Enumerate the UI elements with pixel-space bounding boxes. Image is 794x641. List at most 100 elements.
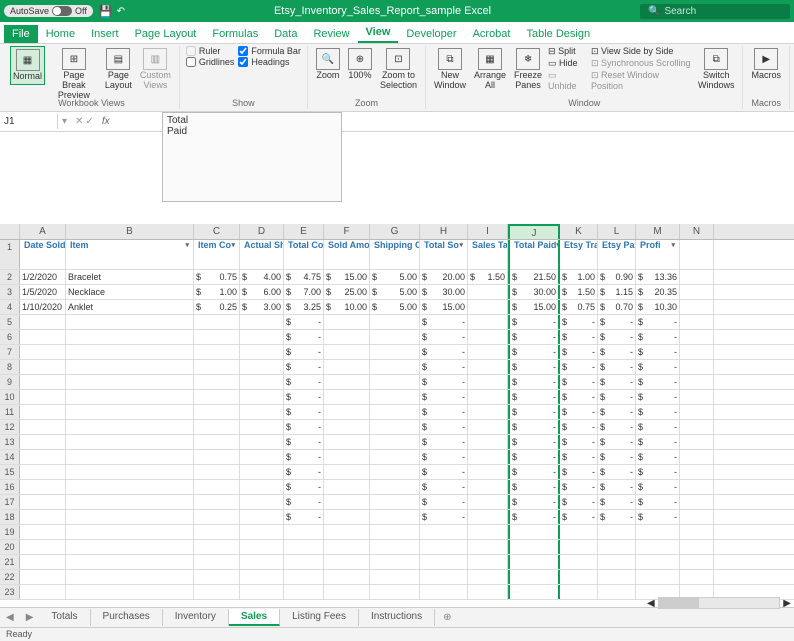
- hide-button[interactable]: ▭ Hide: [548, 58, 587, 69]
- cell[interactable]: $-: [508, 435, 560, 449]
- cell[interactable]: $1.50: [560, 285, 598, 299]
- cell[interactable]: [194, 465, 240, 479]
- cell[interactable]: [324, 495, 370, 509]
- cell[interactable]: [20, 510, 66, 524]
- cell[interactable]: [598, 585, 636, 599]
- cell[interactable]: [468, 360, 508, 374]
- cell[interactable]: $-: [284, 435, 324, 449]
- cell[interactable]: Necklace: [66, 285, 194, 299]
- cell[interactable]: $-: [284, 405, 324, 419]
- cell[interactable]: $-: [560, 465, 598, 479]
- col-header[interactable]: E: [284, 224, 324, 239]
- row-header[interactable]: 15: [0, 465, 20, 479]
- cell[interactable]: $-: [560, 510, 598, 524]
- cell[interactable]: [468, 525, 508, 539]
- cell[interactable]: [560, 555, 598, 569]
- fx-icon[interactable]: fx: [98, 116, 114, 127]
- cell[interactable]: $-: [636, 360, 680, 374]
- cell[interactable]: [468, 540, 508, 554]
- col-header[interactable]: D: [240, 224, 284, 239]
- cell[interactable]: $-: [598, 480, 636, 494]
- cell[interactable]: $0.70: [598, 300, 636, 314]
- cell[interactable]: [370, 435, 420, 449]
- cell[interactable]: [508, 570, 560, 584]
- cell[interactable]: $3.00: [240, 300, 284, 314]
- cell[interactable]: $-: [598, 465, 636, 479]
- cell[interactable]: $30.00: [508, 285, 560, 299]
- custom-views-button[interactable]: ▥Custom Views: [138, 46, 173, 93]
- table-header-cell[interactable]: Total So▾: [420, 240, 468, 270]
- cell[interactable]: [240, 450, 284, 464]
- cell[interactable]: [370, 345, 420, 359]
- table-header-cell[interactable]: Etsy Pay. Fees▾: [598, 240, 636, 270]
- ruler-checkbox[interactable]: Ruler: [186, 46, 235, 56]
- cell[interactable]: [370, 510, 420, 524]
- tab-home[interactable]: Home: [38, 25, 83, 43]
- row-header[interactable]: 9: [0, 375, 20, 389]
- cell[interactable]: $1.15: [598, 285, 636, 299]
- cell[interactable]: [240, 420, 284, 434]
- cell[interactable]: [468, 435, 508, 449]
- cell[interactable]: [420, 570, 468, 584]
- cell[interactable]: [66, 345, 194, 359]
- table-header-cell[interactable]: Profi▾: [636, 240, 680, 270]
- cell[interactable]: [324, 360, 370, 374]
- cell[interactable]: [508, 525, 560, 539]
- macros-button[interactable]: ▶Macros: [749, 46, 783, 83]
- cell[interactable]: $-: [284, 420, 324, 434]
- col-header[interactable]: I: [468, 224, 508, 239]
- cell[interactable]: [598, 555, 636, 569]
- table-header-cell[interactable]: Item Co▾: [194, 240, 240, 270]
- cell[interactable]: $-: [560, 420, 598, 434]
- cell[interactable]: $-: [636, 435, 680, 449]
- cell[interactable]: [680, 465, 714, 479]
- cell[interactable]: [680, 510, 714, 524]
- cell[interactable]: $-: [284, 390, 324, 404]
- cell[interactable]: [324, 405, 370, 419]
- cell[interactable]: $21.50: [508, 270, 560, 284]
- cell[interactable]: [324, 585, 370, 599]
- cell[interactable]: [370, 585, 420, 599]
- row-header[interactable]: 12: [0, 420, 20, 434]
- cell[interactable]: [370, 450, 420, 464]
- cell[interactable]: $-: [636, 375, 680, 389]
- cell[interactable]: [66, 495, 194, 509]
- cell[interactable]: $-: [420, 420, 468, 434]
- cell[interactable]: [370, 375, 420, 389]
- cell[interactable]: [66, 435, 194, 449]
- row-header[interactable]: 4: [0, 300, 20, 314]
- cell[interactable]: 1/5/2020: [20, 285, 66, 299]
- cell[interactable]: [680, 555, 714, 569]
- cell[interactable]: $-: [508, 360, 560, 374]
- cell[interactable]: [680, 570, 714, 584]
- zoom-100-button[interactable]: ⊕100%: [346, 46, 374, 83]
- cell[interactable]: $-: [598, 360, 636, 374]
- cell[interactable]: [680, 300, 714, 314]
- cell[interactable]: $-: [560, 495, 598, 509]
- cell[interactable]: [680, 390, 714, 404]
- cell[interactable]: [194, 435, 240, 449]
- cell[interactable]: $-: [284, 450, 324, 464]
- cell[interactable]: [66, 570, 194, 584]
- cell[interactable]: [194, 360, 240, 374]
- cell[interactable]: [194, 555, 240, 569]
- col-header[interactable]: N: [680, 224, 714, 239]
- cell[interactable]: [194, 420, 240, 434]
- cell[interactable]: [66, 510, 194, 524]
- cell[interactable]: [194, 510, 240, 524]
- cell[interactable]: $-: [508, 315, 560, 329]
- cell[interactable]: [468, 570, 508, 584]
- tab-developer[interactable]: Developer: [398, 25, 464, 43]
- table-header-cell[interactable]: Total Cost▾: [284, 240, 324, 270]
- formula-bar-checkbox[interactable]: Formula Bar: [238, 46, 301, 56]
- cell[interactable]: $-: [560, 375, 598, 389]
- cell[interactable]: [194, 480, 240, 494]
- sheet-tab[interactable]: Listing Fees: [280, 609, 359, 626]
- cell[interactable]: [20, 330, 66, 344]
- cell[interactable]: [370, 525, 420, 539]
- cell[interactable]: [468, 480, 508, 494]
- tab-acrobat[interactable]: Acrobat: [465, 25, 519, 43]
- tab-table-design[interactable]: Table Design: [518, 25, 598, 43]
- cell[interactable]: [240, 390, 284, 404]
- cell[interactable]: $0.75: [194, 270, 240, 284]
